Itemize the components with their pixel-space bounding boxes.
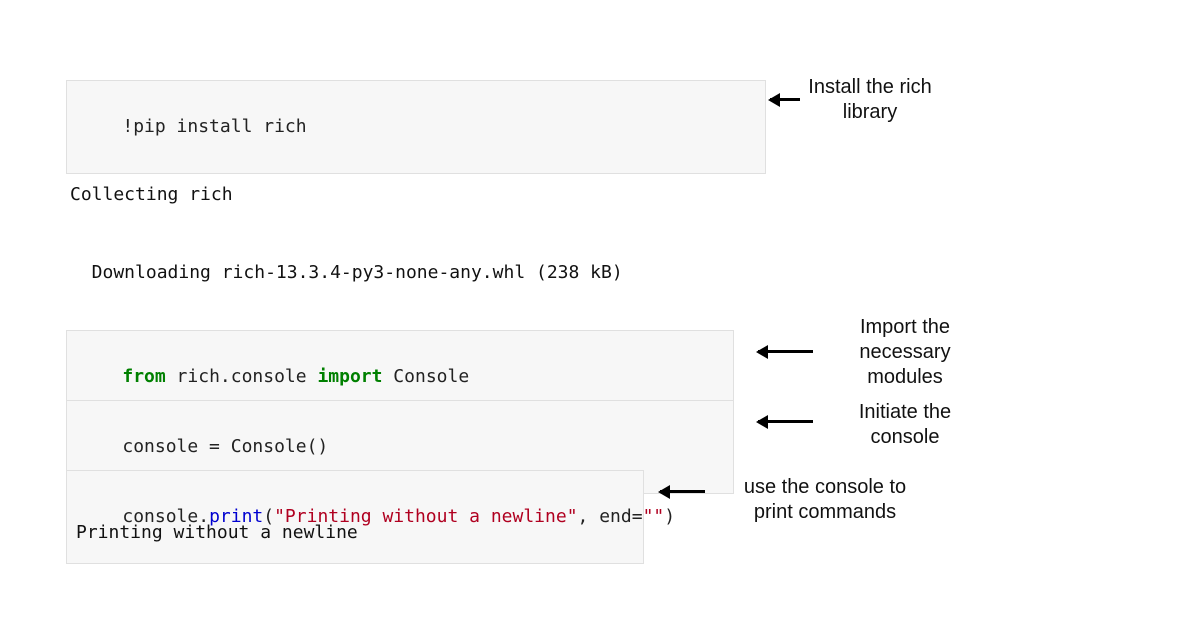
rparen: ) (664, 506, 675, 527)
string-literal: "" (643, 506, 665, 527)
kwarg: , end= (578, 506, 643, 527)
module-name: rich.console (166, 366, 318, 387)
import-name: Console (382, 366, 469, 387)
output-print: Printing without a newline (76, 520, 358, 546)
annotation-init: Initiate the console (835, 400, 975, 450)
code-cell-print[interactable]: console.print("Printing without a newlin… (66, 470, 644, 564)
arrow-left-icon (660, 490, 705, 493)
annotation-install: Install the rich library (795, 75, 945, 125)
arrow-left-icon (758, 420, 813, 423)
output-line: Downloading rich-13.3.4-py3-none-any.whl… (70, 260, 666, 286)
code-text: console = Console() (122, 436, 328, 457)
annotation-print: use the console to print commands (720, 475, 930, 525)
arrow-left-icon (758, 350, 813, 353)
keyword-import: import (317, 366, 382, 387)
keyword-from: from (122, 366, 165, 387)
annotation-import: Import the necessary modules (835, 315, 975, 390)
output-line: Collecting rich (70, 182, 666, 208)
